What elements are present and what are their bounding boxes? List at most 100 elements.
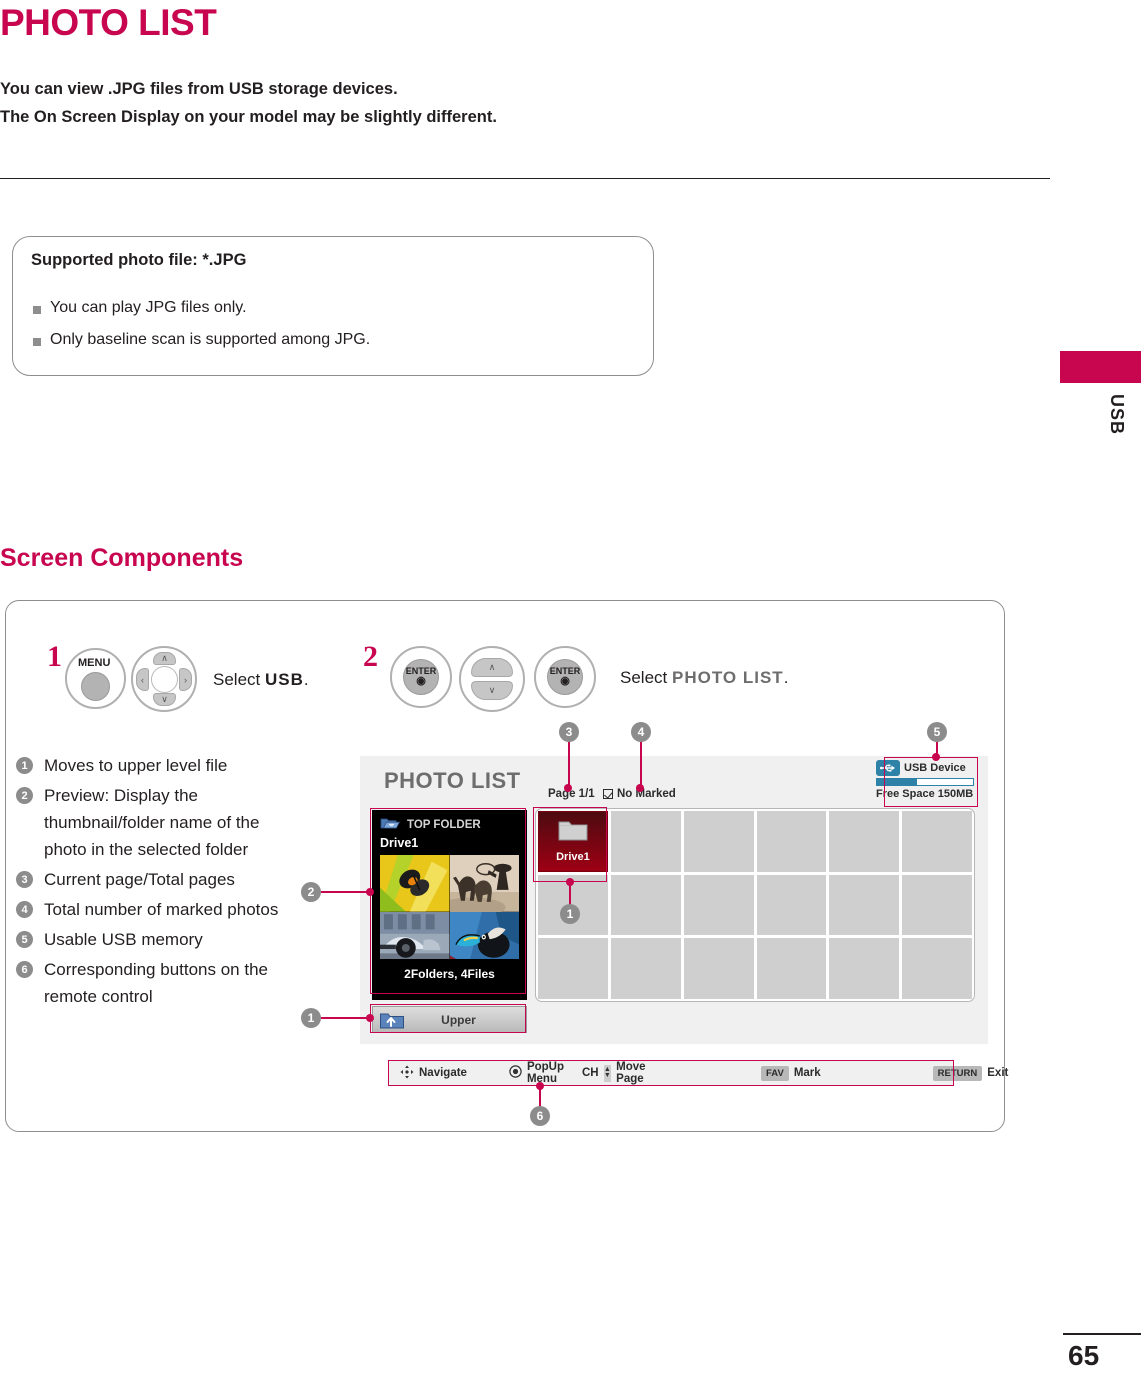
grid-cell[interactable] [756,938,827,999]
navbar-key-fav: FAV [761,1065,789,1081]
thumbnail-racecar [380,911,450,959]
navbar-item-mark[interactable]: FAV Mark [761,1065,821,1081]
thumbnail-cowboy [437,855,519,918]
step-1-instruction-suffix: . [303,670,309,689]
grid-cell[interactable] [610,811,681,872]
step-2-instruction: Select PHOTO LIST. [620,668,788,688]
callout-3-dot [564,784,572,792]
callout-3-line [568,742,570,787]
legend-bullet-4: 4 [16,901,33,918]
folder-up-icon [379,1010,405,1030]
supported-file-item-1: You can play JPG files only. [33,299,247,317]
callout-6: 6 [530,1106,550,1126]
navbar-item-popup-menu[interactable]: PopUp Menu [509,1061,564,1085]
supported-file-item-1-label: You can play JPG files only. [50,299,247,316]
dpad-up-button[interactable]: ∧ [153,652,176,665]
menu-button-label: MENU [78,657,111,669]
callout-3: 3 [559,722,579,742]
grid-cell[interactable] [683,811,754,872]
usb-capacity-bar-fill [877,779,918,785]
legend-bullet-5: 5 [16,931,33,948]
legend-bullet-1: 1 [16,757,33,774]
intro-line-2: The On Screen Display on your model may … [0,108,497,126]
grid-cell[interactable] [756,874,827,936]
grid-cell-selected[interactable]: Drive1 [538,811,608,872]
enter-button-2[interactable]: ENTER ◉ [547,659,583,695]
navbar-item-move-page[interactable]: CH ▲ ▼ Move Page [582,1061,651,1085]
legend-label-1: Moves to upper level file [44,756,228,775]
preview-count-label: 2Folders, 4Files [404,967,495,981]
legend-label-4: Total number of marked photos [44,900,279,919]
callout-1-left: 1 [301,1008,321,1028]
channel-down-button[interactable]: ∨ [471,681,513,700]
callout-4: 4 [631,722,651,742]
callout-5-dot [932,753,940,761]
preview-folder-name: Drive1 [380,836,419,850]
navbar-item-exit[interactable]: RETURN Exit [932,1065,1009,1081]
navbar-label-mark: Mark [793,1067,821,1079]
grid-cell[interactable] [538,938,608,999]
folder-icon [557,819,589,848]
photo-grid: Drive1 [535,808,975,1002]
page-number: 65 [1068,1340,1100,1371]
updown-ring [459,646,525,712]
section-heading: Screen Components [0,544,244,572]
callout-4-line [640,742,642,787]
dpad-right-button[interactable]: › [179,668,192,691]
step-1-number: 1 [47,640,62,673]
grid-cell[interactable] [902,874,972,936]
channel-up-button[interactable]: ∧ [471,658,513,677]
legend-label-3: Current page/Total pages [44,870,235,889]
callout-1-right: 1 [560,904,580,924]
grid-cell[interactable] [756,811,827,872]
grid-cell[interactable] [902,811,972,872]
supported-file-box: Supported photo file: *.JPG You can play… [12,236,654,376]
dpad-left-button[interactable]: ‹ [136,668,149,691]
grid-cell[interactable] [610,874,681,936]
menu-button[interactable] [81,672,110,701]
enter-dot-icon: ◉ [416,675,426,687]
step-2-number: 2 [363,640,378,673]
preview-header: TOP FOLDER [380,816,481,833]
navbar-item-navigate[interactable]: Navigate [400,1065,467,1082]
grid-cell[interactable] [902,938,972,999]
marked-status-label: No Marked [617,788,676,800]
navbar-label-exit: Exit [987,1067,1009,1079]
grid-cell[interactable] [829,938,900,999]
upper-button-label: Upper [441,1012,476,1027]
osd-title: PHOTO LIST [384,768,521,793]
footer-divider [1063,1333,1141,1335]
sidebar-tab-usb [1060,351,1141,383]
navbar-label-popup-menu: PopUp Menu [526,1061,564,1085]
thumbnail-toucan [449,911,519,959]
usb-device-widget: USB Device Free Space 150MB [876,760,976,800]
grid-cell[interactable] [610,938,681,999]
legend-label-5: Usable USB memory [44,930,203,949]
dpad-down-button[interactable]: ∨ [153,693,176,706]
callout-2-dot [366,888,374,896]
grid-cell[interactable] [829,874,900,936]
callout-5: 5 [927,722,947,742]
callout-4-dot [636,784,644,792]
grid-cell[interactable] [683,938,754,999]
grid-cell[interactable] [683,874,754,936]
step-2-instruction-prefix: Select [620,668,672,687]
supported-file-item-2-label: Only baseline scan is supported among JP… [50,331,371,348]
usb-icon [876,760,900,776]
grid-cell[interactable] [829,811,900,872]
legend-label-2: Preview: Display the thumbnail/folder na… [44,786,260,859]
grid-cell-selected-label: Drive1 [556,851,590,864]
intro-line-1: You can view .JPG files from USB storage… [0,80,398,98]
supported-file-item-2: Only baseline scan is supported among JP… [33,331,370,349]
legend-bullet-2: 2 [16,787,33,804]
legend-item-5: 5 Usable USB memory [16,926,346,953]
legend-item-2: 2 Preview: Display the thumbnail/folder … [16,782,346,863]
upper-button[interactable]: Upper [372,1006,527,1033]
dpad-center-button[interactable] [151,666,178,693]
enter-button-1[interactable]: ENTER ◉ [403,659,439,695]
step-1-instruction-prefix: Select [213,670,265,689]
callout-1-left-dot [366,1014,374,1022]
step-1-instruction-target: USB [264,670,304,689]
legend-label-6: Corresponding buttons on the remote cont… [44,960,268,1006]
callout-6-dot [536,1082,544,1090]
